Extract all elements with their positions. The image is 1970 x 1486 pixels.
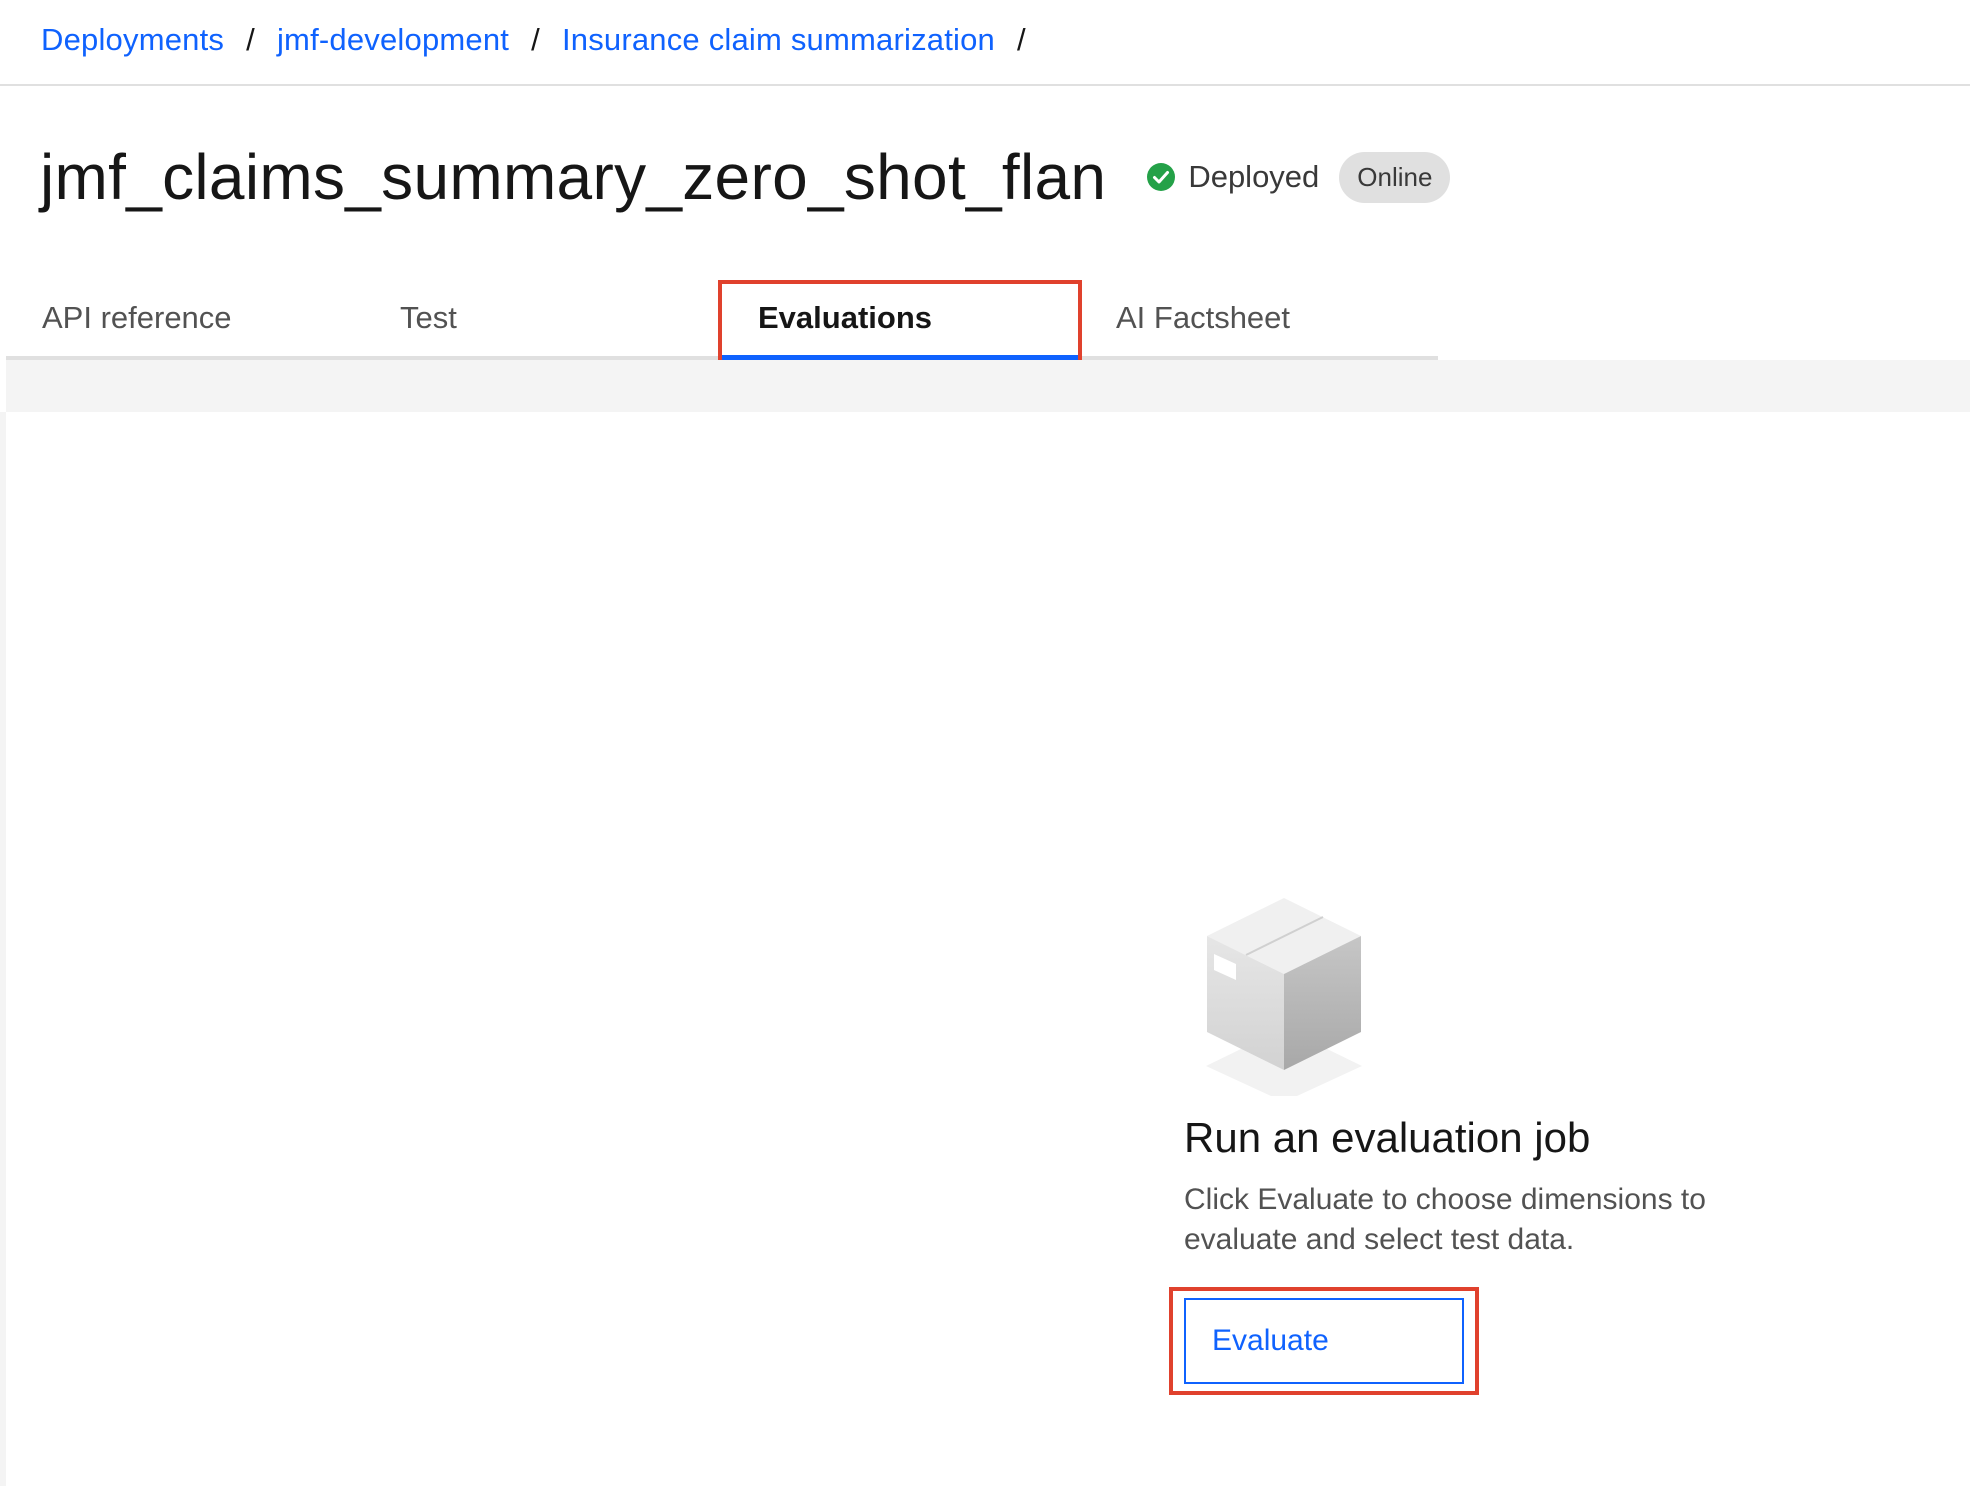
empty-state-title: Run an evaluation job — [1184, 1114, 1591, 1161]
evaluate-button[interactable]: Evaluate — [1184, 1298, 1464, 1384]
tab-label: Evaluations — [758, 300, 932, 335]
evaluations-panel — [6, 412, 1970, 1486]
empty-state-description: Click Evaluate to choose dimensions to e… — [1184, 1183, 1706, 1256]
breadcrumb-deployments-link[interactable]: Deployments — [41, 22, 224, 58]
content-header-band — [6, 360, 1970, 412]
breadcrumb: Deployments / jmf-development / Insuranc… — [0, 0, 1970, 86]
page-header: jmf_claims_summary_zero_shot_flan Deploy… — [40, 140, 1451, 214]
page-title: jmf_claims_summary_zero_shot_flan — [40, 141, 1107, 213]
tab-test[interactable]: Test — [364, 278, 722, 360]
tab-list: API reference Test Evaluations AI Factsh… — [6, 278, 1438, 360]
tab-ai-factsheet[interactable]: AI Factsheet — [1080, 278, 1438, 360]
tab-label: AI Factsheet — [1116, 300, 1291, 335]
checkmark-circle-icon — [1147, 163, 1176, 191]
tab-label: Test — [400, 300, 457, 335]
tab-evaluations[interactable]: Evaluations — [722, 278, 1080, 360]
breadcrumb-space-link[interactable]: jmf-development — [277, 22, 509, 58]
breadcrumb-separator: / — [1017, 22, 1026, 57]
box-icon — [1206, 898, 1362, 1096]
breadcrumb-separator: / — [246, 22, 255, 57]
status-badge: Online — [1339, 151, 1451, 203]
tab-label: API reference — [42, 300, 232, 335]
deployment-status: Deployed — [1146, 159, 1319, 195]
tab-api-reference[interactable]: API reference — [6, 278, 364, 360]
breadcrumb-separator: / — [531, 22, 540, 57]
breadcrumb-project-link[interactable]: Insurance claim summarization — [562, 22, 995, 58]
status-text: Deployed — [1188, 159, 1320, 194]
